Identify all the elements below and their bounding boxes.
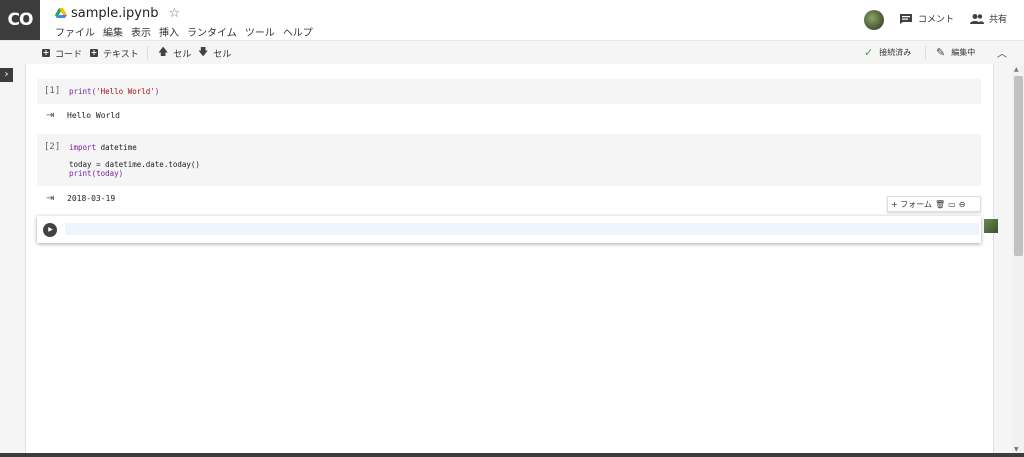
toolbar-divider bbox=[925, 46, 926, 60]
code-string: 'Hello World' bbox=[96, 87, 155, 96]
scroll-up-arrow-icon[interactable]: ▲ bbox=[1014, 66, 1019, 73]
notebook-title[interactable]: sample.ipynb bbox=[71, 6, 158, 21]
connection-status-label: 接続済み bbox=[879, 48, 912, 57]
add-text-button[interactable]: + テキスト bbox=[90, 46, 139, 60]
arrow-down-icon: 🡇 bbox=[198, 46, 209, 58]
pencil-icon: ✎ bbox=[936, 46, 946, 59]
code-line[interactable]: import datetime bbox=[69, 143, 137, 152]
comment-icon bbox=[900, 13, 912, 24]
menu-view[interactable]: 表示 bbox=[131, 24, 151, 39]
code-line[interactable]: print(today) bbox=[69, 169, 123, 178]
left-sidebar bbox=[0, 64, 26, 457]
menu-runtime[interactable]: ランタイム bbox=[187, 24, 237, 39]
share-label: 共有 bbox=[989, 15, 1008, 25]
move-down-label: セル bbox=[213, 49, 232, 60]
share-button[interactable]: 共有 bbox=[970, 12, 1007, 25]
code-cell-1[interactable]: [1] print('Hello World') bbox=[37, 79, 981, 104]
comment-button[interactable]: コメント bbox=[899, 12, 954, 25]
plus-box-icon: + bbox=[90, 48, 98, 57]
editing-mode-label: 編集中 bbox=[951, 48, 976, 57]
toolbar-divider bbox=[147, 46, 148, 60]
comment-icon[interactable]: ▭ bbox=[948, 200, 956, 209]
code-token: ) bbox=[154, 87, 160, 96]
code-token: print( bbox=[69, 87, 97, 96]
output-arrow-icon[interactable]: ⇥ bbox=[46, 110, 54, 121]
title-row: sample.ipynb ☆ bbox=[55, 4, 180, 22]
run-cell-button[interactable]: ▶ bbox=[43, 223, 57, 237]
code-editor[interactable] bbox=[65, 223, 979, 235]
code-keyword: import bbox=[69, 143, 97, 152]
code-token: datetime bbox=[96, 143, 137, 152]
google-drive-icon bbox=[55, 8, 67, 18]
execution-count: [1] bbox=[44, 86, 61, 96]
taskbar-edge bbox=[0, 453, 1024, 457]
editing-mode[interactable]: ✎ 編集中 bbox=[936, 46, 975, 59]
plus-box-icon: + bbox=[42, 48, 50, 57]
move-cell-down-button[interactable]: 🡇 セル bbox=[198, 46, 231, 60]
execution-count: [2] bbox=[44, 142, 61, 152]
code-cell-2[interactable]: [2] import datetime today = datetime.dat… bbox=[37, 134, 981, 186]
chevron-up-icon[interactable]: ︿ bbox=[997, 45, 1007, 60]
cell-output: Hello World bbox=[67, 111, 120, 120]
move-up-label: セル bbox=[173, 49, 192, 60]
people-icon bbox=[970, 13, 984, 24]
add-form-button[interactable]: + フォーム bbox=[891, 199, 932, 210]
header: CO sample.ipynb ☆ ファイル 編集 表示 挿入 ランタイム ツー… bbox=[0, 0, 1024, 40]
menu-file[interactable]: ファイル bbox=[55, 24, 95, 39]
star-icon[interactable]: ☆ bbox=[168, 6, 180, 21]
check-icon: ✓ bbox=[864, 46, 874, 59]
cell-toolbar: + フォーム 🗑 ▭ ⊖ bbox=[887, 196, 981, 212]
move-cell-up-button[interactable]: 🡅 セル bbox=[158, 46, 191, 60]
menu-tools[interactable]: ツール bbox=[245, 24, 275, 39]
add-code-button[interactable]: + コード bbox=[42, 46, 82, 60]
add-code-label: コード bbox=[55, 49, 83, 60]
link-icon[interactable]: ⊖ bbox=[959, 200, 966, 209]
comment-label: コメント bbox=[918, 15, 955, 25]
add-text-label: テキスト bbox=[103, 49, 139, 60]
trash-icon[interactable]: 🗑 bbox=[935, 200, 945, 209]
menu-help[interactable]: ヘルプ bbox=[283, 24, 313, 39]
scrollbar-thumb[interactable] bbox=[1014, 76, 1023, 256]
user-avatar[interactable] bbox=[864, 10, 884, 30]
menu-insert[interactable]: 挿入 bbox=[159, 24, 179, 39]
menu-bar: ファイル 編集 表示 挿入 ランタイム ツール ヘルプ bbox=[55, 24, 313, 39]
cell-output: 2018-03-19 bbox=[67, 194, 116, 203]
output-arrow-icon[interactable]: ⇥ bbox=[46, 193, 54, 204]
notebook-toolbar: + コード + テキスト 🡅 セル 🡇 セル ✓ 接続済み ✎ 編集中 ︿ bbox=[0, 40, 1024, 64]
colab-logo[interactable]: CO bbox=[0, 0, 40, 40]
arrow-up-icon: 🡅 bbox=[158, 46, 169, 58]
scroll-down-arrow-icon[interactable]: ▼ bbox=[1014, 446, 1019, 453]
chevron-right-icon[interactable]: › bbox=[0, 68, 13, 82]
menu-edit[interactable]: 編集 bbox=[103, 24, 123, 39]
collaborator-avatar bbox=[984, 219, 998, 233]
colab-window: CO sample.ipynb ☆ ファイル 編集 表示 挿入 ランタイム ツー… bbox=[0, 0, 1024, 457]
active-code-cell[interactable]: ▶ bbox=[37, 216, 981, 243]
connection-status[interactable]: ✓ 接続済み bbox=[864, 46, 911, 59]
code-line[interactable]: today = datetime.date.today() bbox=[69, 160, 200, 169]
code-editor[interactable]: print('Hello World') bbox=[69, 87, 159, 96]
